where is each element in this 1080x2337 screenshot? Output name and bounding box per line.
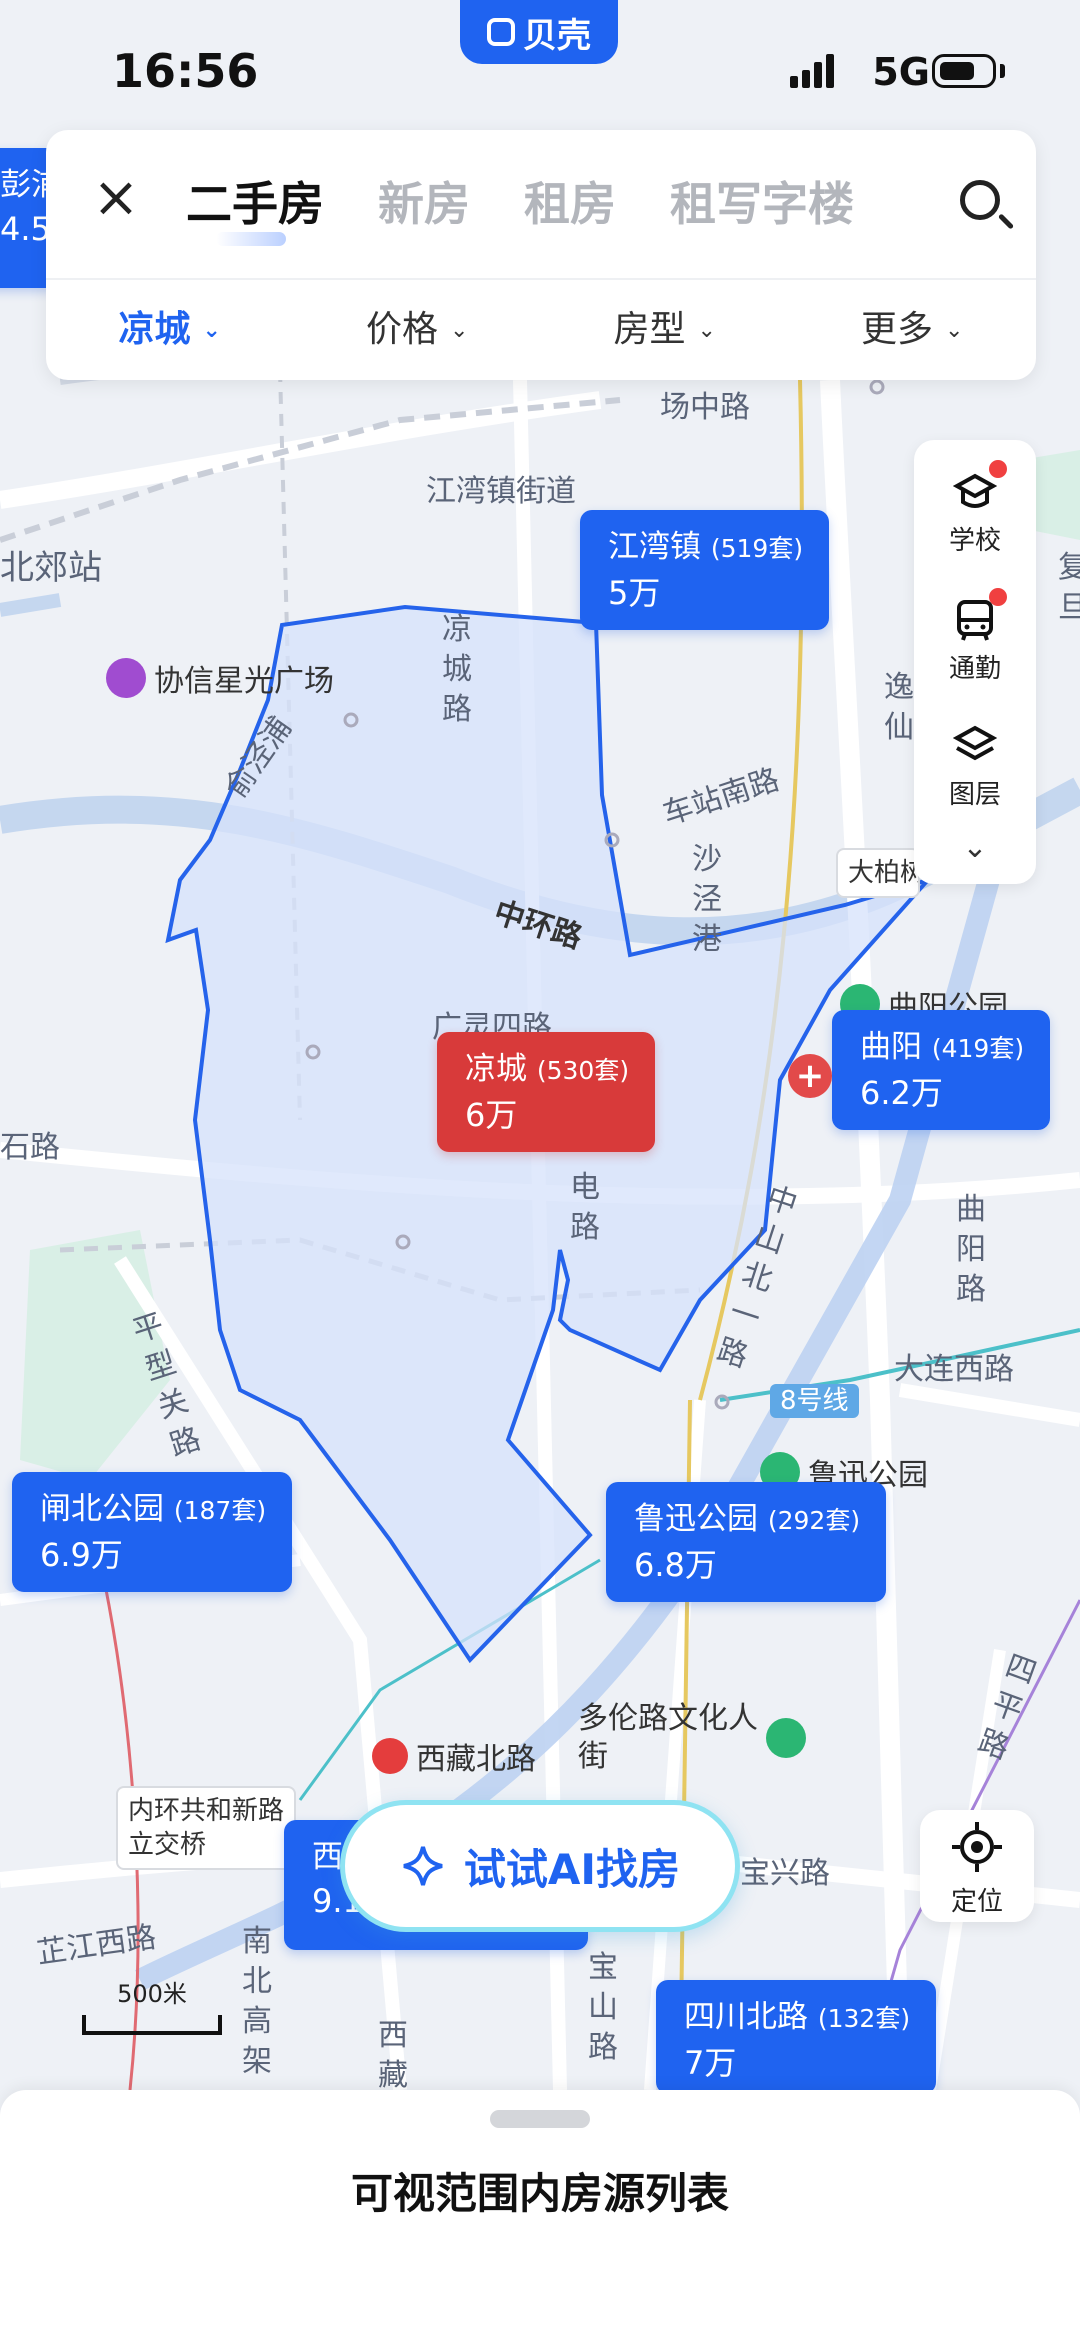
layers-icon <box>952 724 998 768</box>
metro-station-icon <box>372 1738 408 1774</box>
filter-bar: 凉城 ⌄ 价格 ⌄ 房型 ⌄ 更多 ⌄ <box>46 290 1036 370</box>
close-icon[interactable]: × <box>86 170 146 230</box>
area-bubble-sichuan-north[interactable]: 四川北路 (132套) 7万 <box>656 1980 937 2094</box>
interchange-label: 内环共和新路立交桥 <box>116 1786 296 1870</box>
brand-badge: 贝壳 <box>460 0 618 64</box>
hospital-icon[interactable]: + <box>788 1054 832 1098</box>
mall-pin-icon <box>106 658 146 698</box>
chevron-down-icon[interactable]: ⌄ <box>914 830 1036 865</box>
road-label: 宝兴路 <box>740 1856 830 1891</box>
area-bubble-zhabei-park[interactable]: 闸北公园 (187套) 6.9万 <box>12 1472 293 1592</box>
road-label-vertical: 凉城路 <box>442 612 472 727</box>
poi-duolun[interactable]: 多伦路文化人街 <box>578 1700 818 1776</box>
area-bubble-liangcheng[interactable]: 凉城 (530套) 6万 <box>437 1032 656 1152</box>
search-icon[interactable] <box>960 180 1000 220</box>
listing-bottom-sheet[interactable]: 可视范围内房源列表 <box>0 2090 1080 2337</box>
commute-icon <box>953 588 1007 642</box>
brand-logo-icon <box>487 18 515 46</box>
station-label: 北郊站 <box>0 548 102 588</box>
ai-search-button[interactable]: 试试AI找房 <box>340 1800 740 1932</box>
park-pin-icon <box>766 1718 806 1758</box>
map-tools-panel: 学校 通勤 图层 ⌄ <box>914 440 1036 884</box>
chevron-down-icon: ⌄ <box>450 318 469 343</box>
chevron-down-icon: ⌄ <box>697 318 716 343</box>
network-type: 5G <box>872 50 930 94</box>
battery-icon <box>932 54 996 88</box>
place-label-vertical: 复旦 <box>1058 550 1080 625</box>
chevron-down-icon: ⌄ <box>202 318 221 343</box>
chevron-down-icon: ⌄ <box>945 318 964 343</box>
poi-xiexin[interactable]: 协信星光广场 <box>106 656 334 700</box>
notification-dot <box>989 460 1007 478</box>
tab-secondhand[interactable]: 二手房 <box>186 168 324 246</box>
status-time: 16:56 <box>112 44 259 98</box>
tab-rent[interactable]: 租房 <box>524 168 616 234</box>
locate-button[interactable]: 定位 <box>920 1810 1034 1922</box>
road-label-vertical: 南北高架 <box>242 1924 272 2079</box>
area-bubble-luxun-park[interactable]: 鲁迅公园 (292套) 6.8万 <box>606 1482 887 1602</box>
road-label-vertical: 电路 <box>570 1170 600 1245</box>
tool-layers[interactable]: 图层 <box>914 724 1036 811</box>
filter-more[interactable]: 更多 ⌄ <box>789 290 1037 370</box>
road-label-vertical: 宝山路 <box>588 1950 618 2065</box>
sheet-title: 可视范围内房源列表 <box>350 2169 729 2218</box>
tool-school[interactable]: 学校 <box>914 460 1036 557</box>
tab-new[interactable]: 新房 <box>378 168 470 234</box>
area-bubble-jiangwan[interactable]: 江湾镇 (519套) 5万 <box>580 510 830 630</box>
road-label-vertical: 曲阳路 <box>956 1192 986 1307</box>
signal-icon <box>790 52 840 88</box>
search-header: × 二手房 新房 租房 租写字楼 凉城 ⌄ 价格 ⌄ 房型 ⌄ 更多 ⌄ <box>46 130 1036 380</box>
filter-area[interactable]: 凉城 ⌄ <box>46 290 294 370</box>
road-label: 大连西路 <box>894 1352 1014 1387</box>
road-label-vertical: 西藏 <box>378 2018 408 2093</box>
road-label: 石路 <box>0 1130 60 1165</box>
poi-xizang-north-station[interactable]: 西藏北路 <box>372 1734 536 1778</box>
road-label: 场中路 <box>660 390 750 425</box>
river-label: 沙泾港 <box>692 842 722 957</box>
locate-icon <box>952 1822 1002 1872</box>
area-bubble-quyang[interactable]: 曲阳 (419套) 6.2万 <box>832 1010 1051 1130</box>
filter-layout[interactable]: 房型 ⌄ <box>541 290 789 370</box>
notification-dot <box>989 588 1007 606</box>
road-label-vertical: 逸仙 <box>884 670 914 745</box>
metro-label: 8号线 <box>770 1384 859 1418</box>
ai-sparkle-icon <box>403 1846 443 1886</box>
sheet-drag-handle[interactable] <box>490 2110 590 2128</box>
school-icon <box>952 460 1007 514</box>
category-tabs: 二手房 新房 租房 租写字楼 <box>186 168 924 246</box>
tab-office-rent[interactable]: 租写字楼 <box>670 168 870 234</box>
filter-price[interactable]: 价格 ⌄ <box>294 290 542 370</box>
scale-bar: 500米 <box>82 1974 222 2035</box>
district-label: 江湾镇街道 <box>426 474 576 509</box>
tool-commute[interactable]: 通勤 <box>914 588 1036 685</box>
dabai-label: 大柏树 <box>836 848 920 898</box>
